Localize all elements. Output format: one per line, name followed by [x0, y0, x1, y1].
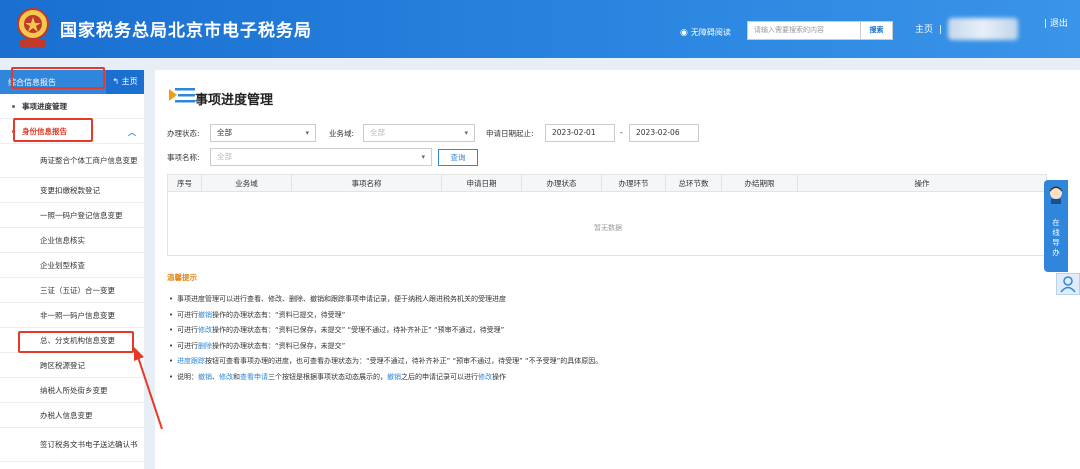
date-to-input[interactable]: 2023-02-06 — [629, 124, 699, 142]
notice-text: 按钮可查看事项办理的进度，也可查看办理状态为：“受理不通过，待补齐补正” “预审… — [205, 357, 603, 365]
nav-separator: | — [939, 24, 943, 35]
notice-text: 可进行 — [177, 341, 198, 350]
back-arrow-icon: ↰ — [112, 77, 122, 86]
notice-text: 之后的申请记录可以进行 — [401, 372, 478, 381]
user-name-blurred — [948, 18, 1019, 40]
annotation-box-branch-change — [18, 331, 134, 353]
table-header: 序号 业务域 事项名称 申请日期 办理状态 办理环节 总环节数 办结期限 操作 — [168, 175, 1046, 192]
sidebar-item-street-change[interactable]: 纳税人所处街乡变更 — [0, 378, 144, 403]
col-header: 操作 — [914, 179, 930, 188]
col-header: 事项名称 — [292, 175, 442, 192]
status-label: 办理状态: — [167, 129, 200, 138]
col-header: 申请日期 — [442, 175, 522, 192]
notice-item: 进度跟踪按钮可查看事项办理的进度，也可查看办理状态为：“受理不通过，待补齐补正”… — [169, 354, 1049, 370]
notice-link[interactable]: 撤销 — [198, 373, 212, 381]
assistant-avatar-icon — [1050, 186, 1062, 204]
accessibility-link[interactable]: ◉ 无障碍阅读 — [680, 27, 731, 38]
notice-link[interactable]: 查看申请 — [240, 373, 268, 381]
top-header: 国家税务总局北京市电子税务局 ◉ 无障碍阅读 请输入需要搜索的内容 搜索 主页 | … — [0, 0, 1080, 58]
status-select[interactable]: 全部 ▾ — [210, 124, 316, 142]
search-input[interactable]: 请输入需要搜索的内容 — [747, 21, 861, 40]
eye-icon: ◉ — [680, 28, 688, 38]
sidebar-item-individual-change[interactable]: 两证整合个体工商户信息变更 — [0, 144, 144, 178]
sidebar-item-non-one-code[interactable]: 非一照一码户信息变更 — [0, 303, 144, 328]
notice-text: 可进行 — [177, 326, 198, 334]
chevron-down-icon: ▾ — [421, 153, 425, 161]
item-name-label: 事项名称: — [167, 153, 200, 162]
col-header: 业务域 — [202, 175, 292, 192]
main-panel: 事项进度管理 办理状态: 全部 ▾ 业务域: 全部 ▾ 申请日期起止: 2023-0… — [155, 70, 1080, 469]
col-header: 办结期限 — [722, 175, 798, 192]
sidebar-item-three-in-one[interactable]: 三证（五证）合一变更 — [0, 278, 144, 303]
chevron-up-icon: ︿ — [128, 128, 136, 137]
col-header: 序号 — [168, 175, 202, 192]
col-header: 办理状态 — [522, 175, 602, 192]
notice-list: 事项进度管理可以进行查看、修改、删除、撤销和跟踪事项申请记录，便于纳税人跟进税务… — [169, 292, 1049, 385]
progress-table: 序号 业务域 事项名称 申请日期 办理状态 办理环节 总环节数 办结期限 操作 … — [167, 174, 1047, 256]
user-float-button[interactable] — [1056, 273, 1080, 295]
date-range-label: 申请日期起止: — [486, 129, 534, 138]
notice-link[interactable]: 修改 — [219, 373, 233, 381]
online-guide-label: 在线导办 — [1052, 218, 1060, 257]
notice-text: 操作的办理状态有：“资料已保存，未提交” “受理不通过，待补齐补正” “预审不通… — [212, 326, 505, 334]
notice-item: 可进行撤销操作的办理状态有：“资料已提交，待受理” — [169, 308, 1049, 324]
item-name-select[interactable]: 全部 ▾ — [210, 148, 432, 166]
notice-text: 可进行 — [177, 310, 198, 319]
domain-label: 业务域: — [329, 129, 355, 138]
notice-item: 说明：撤销、修改和查看申请三个按钮是根据事项状态动态展示的，撤销之后的申请记录可… — [169, 370, 1049, 386]
sidebar-item-agent-change[interactable]: 办税人信息变更 — [0, 403, 144, 428]
top-nav: 主页 | — [915, 18, 1024, 40]
notice-item: 可进行删除操作的办理状态有：“资料已保存，未提交” — [169, 339, 1049, 355]
notice-text: 三个按钮是根据事项状态动态展示的， — [268, 372, 387, 381]
notice-item: 可进行修改操作的办理状态有：“资料已保存，未提交” “受理不通过，待补齐补正” … — [169, 323, 1049, 339]
online-guide-button[interactable]: 在线导办 — [1044, 180, 1068, 272]
date-from-input[interactable]: 2023-02-01 — [545, 124, 615, 142]
empty-state-text: 暂无数据 — [594, 224, 622, 232]
notice-title: 温馨提示 — [167, 273, 197, 282]
annotation-arrow-icon — [134, 347, 163, 430]
sidebar-item-enterprise-type[interactable]: 企业划型核查 — [0, 253, 144, 278]
notice-link[interactable]: 进度跟踪 — [177, 357, 205, 365]
sidebar-item-enterprise-verify[interactable]: 企业信息核实 — [0, 228, 144, 253]
annotation-box-identity-report — [13, 118, 93, 142]
sidebar-item-e-delivery[interactable]: 签订税务文书电子送达确认书 — [0, 428, 144, 462]
col-header: 总环节数 — [666, 175, 722, 192]
sidebar-item-one-code-change[interactable]: 一照一码户登记信息变更 — [0, 203, 144, 228]
notice-text: 操作的办理状态有：“资料已提交，待受理” — [212, 310, 346, 319]
notice-text: 操作的办理状态有：“资料已保存，未提交” — [212, 341, 346, 350]
site-title: 国家税务总局北京市电子税务局 — [60, 21, 312, 41]
notice-text: 操作 — [492, 372, 506, 381]
query-button[interactable]: 查询 — [438, 149, 478, 166]
logout-link[interactable]: | 退出 — [1044, 18, 1068, 31]
notice-text: 和 — [233, 372, 240, 381]
notice-link[interactable]: 删除 — [198, 342, 212, 350]
domain-select[interactable]: 全部 ▾ — [363, 124, 475, 142]
notice-link[interactable]: 撤销 — [198, 311, 212, 319]
sidebar-item-progress[interactable]: 事项进度管理 — [0, 94, 144, 119]
annotation-box-sidebar-title — [11, 67, 105, 89]
user-icon — [1060, 276, 1076, 293]
notice-text: 说明： — [177, 372, 198, 381]
list-icon — [169, 88, 195, 103]
sidebar-item-cross-district[interactable]: 跨区税源登记 — [0, 353, 144, 378]
chevron-down-icon: ▾ — [305, 129, 309, 137]
page-title: 事项进度管理 — [195, 93, 274, 108]
notice-link[interactable]: 撤销 — [387, 373, 401, 381]
home-link[interactable]: 主页 — [915, 25, 933, 35]
notice-text: 、 — [212, 372, 219, 381]
col-header: 办理环节 — [602, 175, 666, 192]
date-separator: - — [620, 128, 623, 137]
notice-item: 事项进度管理可以进行查看、修改、删除、撤销和跟踪事项申请记录，便于纳税人跟进税务… — [169, 292, 1049, 308]
chevron-down-icon: ▾ — [464, 129, 468, 137]
tax-emblem-icon — [17, 8, 49, 47]
notice-link[interactable]: 修改 — [478, 373, 492, 381]
sidebar-home-button[interactable]: ↰ 主页 — [106, 70, 144, 94]
sidebar-item-withholding-change[interactable]: 变更扣缴税款登记 — [0, 178, 144, 203]
notice-text: 事项进度管理可以进行查看、修改、删除、撤销和跟踪事项申请记录，便于纳税人跟进税务… — [177, 295, 506, 303]
notice-link[interactable]: 修改 — [198, 326, 212, 334]
search-button[interactable]: 搜索 — [861, 21, 893, 40]
